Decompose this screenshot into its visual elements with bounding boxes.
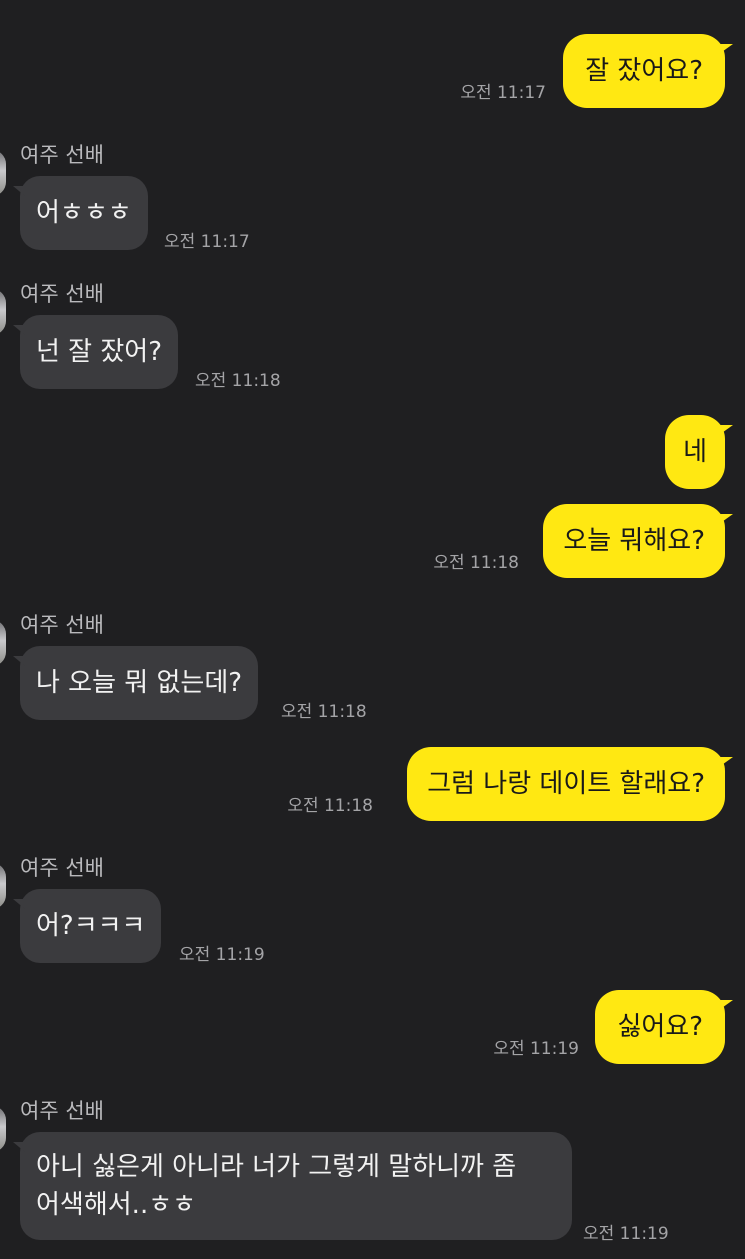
sender-name: 여주 선배: [20, 613, 104, 637]
message-time: 오전 11:18: [287, 796, 373, 816]
message-bubble[interactable]: 그럼 나랑 데이트 할래요?: [407, 747, 733, 821]
message-bubble[interactable]: 어ㅎㅎㅎ: [13, 176, 148, 250]
sender-name: 여주 선배: [20, 143, 104, 167]
message-time: 오전 11:18: [433, 553, 519, 573]
avatar[interactable]: [0, 150, 6, 196]
message-bubble[interactable]: 잘 잤어요?: [563, 34, 733, 108]
message-time: 오전 11:17: [460, 83, 546, 103]
message-time: 오전 11:18: [281, 702, 367, 722]
message-bubble[interactable]: 아니 싫은게 아니라 너가 그렇게 말하니까 좀 어색해서..ㅎㅎ: [13, 1132, 572, 1240]
message-bubble[interactable]: 어?ㅋㅋㅋ: [12, 889, 162, 963]
message-bubble[interactable]: 네: [665, 415, 733, 489]
avatar[interactable]: [0, 620, 6, 666]
message-bubble[interactable]: 오늘 뭐해요?: [543, 504, 733, 578]
chat-message-list[interactable]: 오전 11:17 잘 잤어요? 여주 선배 어ㅎㅎㅎ 오전 11:17 여주 선…: [0, 0, 745, 1259]
avatar[interactable]: [0, 289, 6, 335]
message-bubble[interactable]: 나 오늘 뭐 없는데?: [12, 646, 259, 720]
message-time: 오전 11:19: [179, 945, 265, 965]
message-line: 아니 싫은게 아니라 너가 그렇게 말하니까 좀: [36, 1152, 517, 1182]
message-bubble[interactable]: 싫어요?: [595, 990, 733, 1064]
message-bubble[interactable]: 넌 잘 잤어?: [12, 315, 179, 389]
avatar[interactable]: [0, 863, 6, 909]
sender-name: 여주 선배: [20, 856, 104, 880]
message-time: 오전 11:18: [195, 371, 281, 391]
message-time: 오전 11:19: [493, 1039, 579, 1059]
message-time: 오전 11:17: [164, 232, 250, 252]
message-time: 오전 11:19: [583, 1224, 669, 1244]
avatar[interactable]: [0, 1106, 6, 1152]
sender-name: 여주 선배: [20, 282, 104, 306]
message-line: 어색해서..ㅎㅎ: [36, 1190, 197, 1220]
sender-name: 여주 선배: [20, 1099, 104, 1123]
